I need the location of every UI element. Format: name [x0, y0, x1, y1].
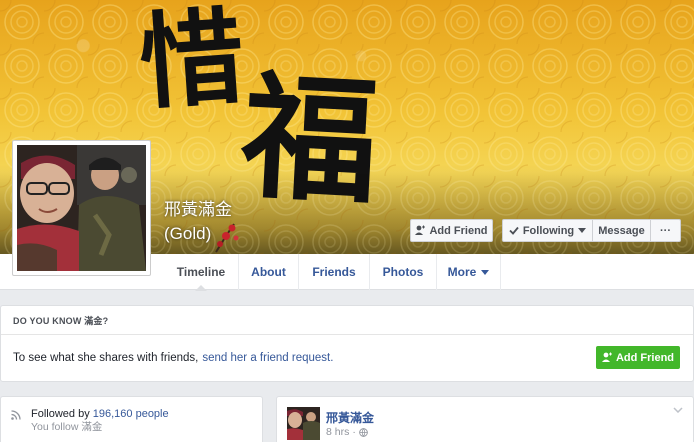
tab-more[interactable]: More: [436, 254, 501, 290]
message-label: Message: [598, 224, 645, 237]
tab-photos[interactable]: Photos: [369, 254, 436, 290]
tab-more-label: More: [447, 265, 477, 279]
post-author-name[interactable]: 邢黃滿金: [326, 409, 374, 426]
post-meta: 8 hrs ·: [326, 426, 368, 438]
following-label: Following: [522, 224, 575, 237]
profile-action-group: Following Message ···: [502, 219, 681, 242]
cover-calligraphy-xi: 惜: [135, 0, 249, 125]
followers-text: Followed by 196,160 people You follow 滿金: [31, 408, 169, 434]
do-you-know-card: DO YOU KNOW 滿金? To see what she shares w…: [0, 305, 694, 382]
tab-friends[interactable]: Friends: [298, 254, 369, 290]
you-follow-text: You follow 滿金: [31, 421, 103, 433]
tab-about[interactable]: About: [238, 254, 298, 290]
post-author-avatar[interactable]: [287, 407, 320, 440]
post-timestamp[interactable]: 8 hrs: [326, 426, 349, 438]
profile-name-block: 邢黃滿金 (Gold): [164, 198, 232, 246]
followers-count-link[interactable]: 196,160 people: [93, 408, 169, 420]
tab-timeline[interactable]: Timeline: [164, 254, 238, 291]
checkmark-icon: [509, 226, 519, 235]
rss-icon: [11, 410, 21, 420]
do-you-know-heading: DO YOU KNOW 滿金?: [1, 306, 693, 335]
followers-card: Followed by 196,160 people You follow 滿金: [0, 396, 263, 442]
following-button[interactable]: Following: [503, 220, 593, 241]
caret-down-icon: [578, 228, 587, 233]
send-friend-request-link[interactable]: send her a friend request.: [202, 352, 333, 364]
add-friend-green-label: Add Friend: [615, 351, 675, 364]
more-options-button[interactable]: ···: [651, 220, 680, 241]
add-friend-green-button[interactable]: Add Friend: [596, 346, 680, 369]
do-you-know-text: To see what she shares with friends,: [13, 352, 199, 364]
add-friend-label: Add Friend: [429, 224, 488, 237]
add-friend-icon: [601, 352, 612, 362]
profile-picture[interactable]: [12, 140, 151, 276]
add-friend-button[interactable]: Add Friend: [410, 219, 493, 242]
do-you-know-body: To see what she shares with friends, sen…: [1, 335, 693, 381]
caret-down-icon: [481, 269, 490, 275]
followers-row: Followed by 196,160 people You follow 滿金: [11, 408, 169, 434]
timeline-post: 邢黃滿金 8 hrs ·: [276, 396, 694, 442]
followed-by-label: Followed by: [31, 408, 90, 420]
profile-name[interactable]: 邢黃滿金: [164, 198, 232, 222]
profile-nickname: (Gold): [164, 224, 212, 243]
profile-tabs: Timeline About Friends Photos More: [164, 254, 501, 291]
chevron-down-icon[interactable]: [673, 407, 683, 413]
more-options-label: ···: [660, 224, 671, 237]
globe-icon[interactable]: [359, 427, 368, 437]
message-button[interactable]: Message: [593, 220, 651, 241]
profile-photo: [17, 145, 146, 271]
add-friend-icon: [415, 225, 426, 235]
post-meta-separator: ·: [352, 426, 356, 438]
